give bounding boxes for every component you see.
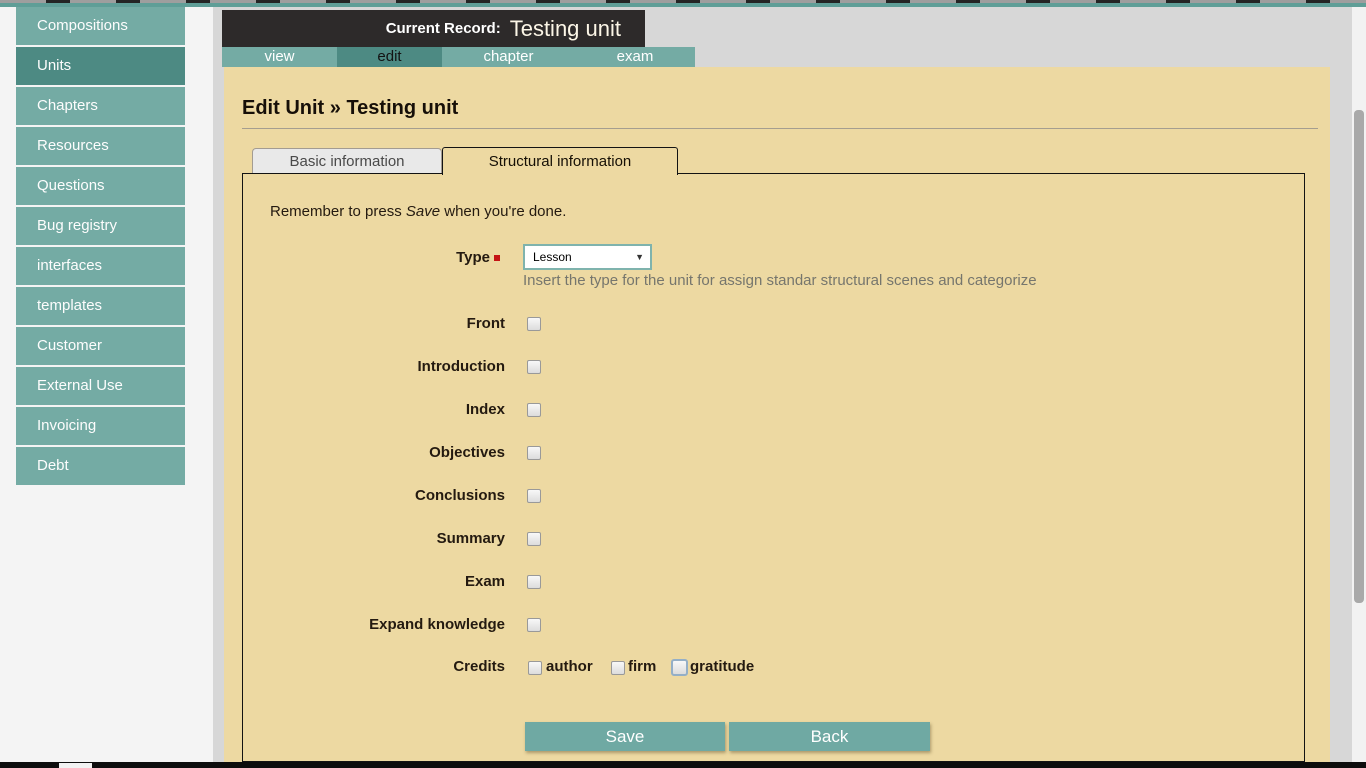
back-button[interactable]: Back: [729, 722, 930, 751]
sidebar-item-customer[interactable]: Customer: [16, 327, 185, 365]
index-label: Index: [260, 401, 505, 418]
introduction-checkbox[interactable]: [527, 360, 541, 374]
sidebar-item-units[interactable]: Units: [16, 47, 185, 85]
required-marker: [494, 255, 500, 261]
sidebar-item-compositions[interactable]: Compositions: [16, 7, 185, 45]
objectives-label: Objectives: [260, 444, 505, 461]
type-help-text: Insert the type for the unit for assign …: [523, 272, 1037, 289]
type-label: Type: [260, 249, 490, 266]
credits-firm-checkbox[interactable]: [611, 661, 625, 675]
save-button[interactable]: Save: [525, 722, 725, 751]
record-tabs: view edit chapter exam: [222, 47, 695, 67]
sidebar-item-chapters[interactable]: Chapters: [16, 87, 185, 125]
tab-basic-information[interactable]: Basic information: [252, 148, 442, 173]
index-checkbox[interactable]: [527, 403, 541, 417]
sidebar-item-debt[interactable]: Debt: [16, 447, 185, 485]
credits-author-label: author: [546, 658, 593, 675]
note-suffix: when you're done.: [440, 203, 566, 220]
sidebar-item-resources[interactable]: Resources: [16, 127, 185, 165]
current-record-label: Current Record:: [386, 20, 501, 37]
record-tab-edit[interactable]: edit: [337, 47, 442, 67]
sidebar-item-interfaces[interactable]: interfaces: [16, 247, 185, 285]
record-tab-chapter[interactable]: chapter: [442, 47, 575, 67]
sidebar-item-questions[interactable]: Questions: [16, 167, 185, 205]
page-title: Edit Unit » Testing unit: [242, 97, 458, 120]
type-select-value: Lesson: [533, 250, 572, 264]
note-prefix: Remember to press: [270, 203, 406, 220]
front-checkbox[interactable]: [527, 317, 541, 331]
sidebar: Compositions Units Chapters Resources Qu…: [16, 7, 185, 487]
credits-label: Credits: [260, 658, 505, 675]
page: Compositions Units Chapters Resources Qu…: [0, 0, 1366, 768]
sidebar-item-templates[interactable]: templates: [16, 287, 185, 325]
front-label: Front: [260, 315, 505, 332]
record-tab-exam[interactable]: exam: [575, 47, 695, 67]
objectives-checkbox[interactable]: [527, 446, 541, 460]
note-emphasis: Save: [406, 203, 440, 220]
title-divider: [242, 128, 1318, 129]
credits-author-checkbox[interactable]: [528, 661, 542, 675]
type-select[interactable]: Lesson ▼: [523, 244, 652, 270]
record-tab-view[interactable]: view: [222, 47, 337, 67]
expand-knowledge-checkbox[interactable]: [527, 618, 541, 632]
taskbar-item: [59, 763, 92, 768]
exam-checkbox[interactable]: [527, 575, 541, 589]
save-reminder-note: Remember to press Save when you're done.: [270, 203, 566, 220]
dropdown-arrow-icon: ▼: [635, 252, 644, 262]
sidebar-item-bug-registry[interactable]: Bug registry: [16, 207, 185, 245]
tab-structural-information[interactable]: Structural information: [442, 147, 678, 175]
credits-gratitude-label: gratitude: [690, 658, 754, 675]
credits-gratitude-checkbox[interactable]: [671, 659, 688, 676]
scrollbar-thumb[interactable]: [1354, 110, 1364, 603]
introduction-label: Introduction: [260, 358, 505, 375]
sidebar-item-invoicing[interactable]: Invoicing: [16, 407, 185, 445]
conclusions-label: Conclusions: [260, 487, 505, 504]
summary-label: Summary: [260, 530, 505, 547]
current-record-bar: Current Record: Testing unit: [222, 10, 645, 47]
exam-label: Exam: [260, 573, 505, 590]
current-record-value: Testing unit: [510, 16, 621, 42]
expand-knowledge-label: Expand knowledge: [260, 616, 505, 633]
sidebar-item-external-use[interactable]: External Use: [16, 367, 185, 405]
credits-firm-label: firm: [628, 658, 656, 675]
conclusions-checkbox[interactable]: [527, 489, 541, 503]
bottom-edge-bar: [0, 762, 1366, 768]
summary-checkbox[interactable]: [527, 532, 541, 546]
